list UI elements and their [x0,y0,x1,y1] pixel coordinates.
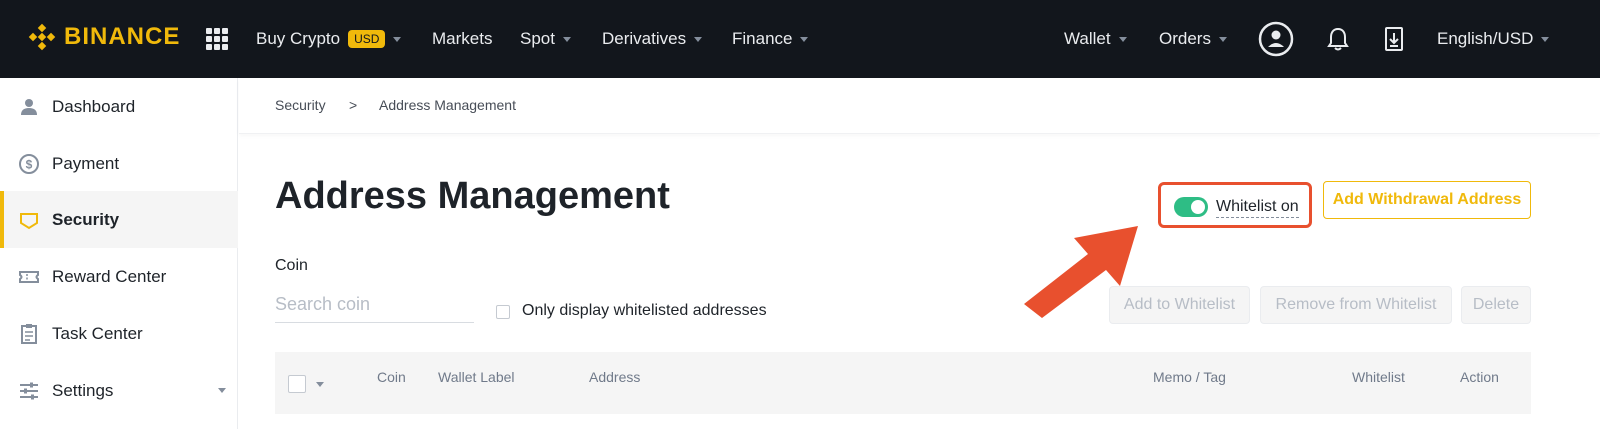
column-header-wallet-label: Wallet Label [438,369,515,385]
column-header-coin: Coin [377,369,406,385]
nav-markets[interactable]: Markets [432,0,492,78]
shield-icon [20,213,38,230]
remove-from-whitelist-button[interactable]: Remove from Whitelist [1260,286,1452,324]
usd-badge: USD [348,30,386,48]
column-header-whitelist: Whitelist [1352,369,1405,385]
sidebar-item-settings[interactable]: Settings [0,362,238,419]
toggle-knob [1191,200,1205,214]
whitelist-toggle[interactable] [1174,197,1208,217]
user-icon [21,99,37,115]
page-title: Address Management [275,175,670,217]
clipboard-icon [21,324,37,344]
apps-grid-icon[interactable] [206,28,228,50]
chevron-down-icon[interactable] [316,382,324,387]
chevron-down-icon [1218,36,1227,42]
coin-label: Coin [275,257,308,274]
sidebar-item-task-center[interactable]: Task Center [0,305,238,362]
sidebar-item-label: Security [52,209,120,229]
nav-spot[interactable]: Spot [520,0,571,78]
svg-text:$: $ [26,158,33,172]
chevron-down-icon [800,36,809,42]
sidebar-item-reward-center[interactable]: Reward Center [0,248,238,305]
sidebar: Dashboard $ Payment Security Reward Cent… [0,78,238,429]
brand-name: BINANCE [64,23,181,50]
language-currency-selector[interactable]: English/USD [1437,0,1550,78]
sidebar-item-dashboard[interactable]: Dashboard [0,78,238,135]
nav-finance[interactable]: Finance [732,0,809,78]
ticket-icon [19,271,39,283]
nav-buy-crypto-label: Buy Crypto [256,29,341,48]
nav-derivatives[interactable]: Derivatives [602,0,703,78]
sidebar-item-label: Task Center [52,323,143,343]
binance-logo[interactable]: BINANCE [28,23,180,51]
breadcrumb: Security > Address Management [239,78,1600,134]
nav-wallet[interactable]: Wallet [1064,0,1127,78]
column-header-memo-tag: Memo / Tag [1153,369,1226,385]
breadcrumb-separator: > [349,97,358,113]
whitelist-label[interactable]: Whitelist on [1216,198,1299,218]
download-icon[interactable] [1374,19,1414,59]
chevron-down-icon [562,36,571,42]
dollar-icon: $ [19,154,39,174]
add-to-whitelist-button[interactable]: Add to Whitelist [1109,286,1250,324]
chevron-down-icon [694,36,703,42]
sidebar-item-label: Dashboard [52,96,136,116]
sidebar-item-label: Payment [52,153,120,173]
only-whitelisted-label: Only display whitelisted addresses [522,302,767,319]
chevron-down-icon [393,36,402,42]
top-navigation-bar: BINANCE Buy Crypto USD Markets Spot Deri… [0,0,1600,78]
nav-finance-label: Finance [732,29,793,48]
select-all-checkbox[interactable] [288,375,306,393]
sidebar-item-label: Settings [52,380,114,400]
sidebar-item-security[interactable]: Security [0,191,238,248]
bell-icon[interactable] [1318,19,1358,59]
binance-logo-icon [28,23,56,51]
delete-button[interactable]: Delete [1461,286,1531,324]
only-whitelisted-checkbox[interactable] [496,305,510,319]
sidebar-item-payment[interactable]: $ Payment [0,135,238,192]
nav-orders[interactable]: Orders [1159,0,1227,78]
nav-wallet-label: Wallet [1064,29,1111,48]
column-header-address: Address [589,369,641,385]
nav-derivatives-label: Derivatives [602,29,687,48]
chevron-down-icon [1118,36,1127,42]
nav-orders-label: Orders [1159,29,1211,48]
nav-buy-crypto[interactable]: Buy Crypto USD [256,0,402,78]
column-header-action: Action [1460,369,1499,385]
nav-spot-label: Spot [520,29,555,48]
nav-markets-label: Markets [432,29,493,48]
language-label: English/USD [1437,29,1534,48]
breadcrumb-current: Address Management [379,97,516,113]
sliders-icon [20,382,38,400]
chevron-down-icon [218,388,226,393]
search-coin-input[interactable] [275,287,474,323]
add-withdrawal-address-button[interactable]: Add Withdrawal Address [1323,181,1531,219]
chevron-down-icon [1541,36,1550,42]
breadcrumb-security[interactable]: Security [275,97,326,113]
user-circle-icon[interactable] [1256,19,1296,59]
sidebar-item-label: Reward Center [52,266,167,286]
